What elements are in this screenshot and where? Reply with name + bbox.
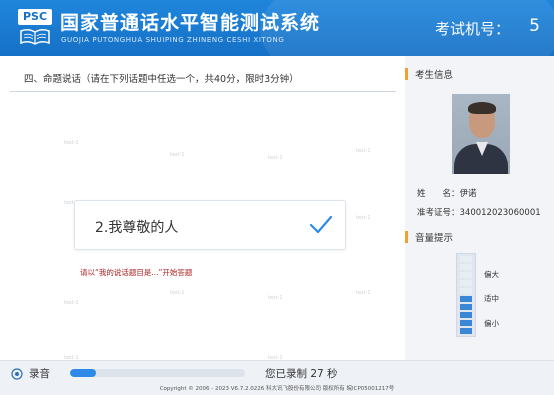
answer-hint: 请以“我的说话题目是...”开始答题 [80,268,193,277]
volume-label-high: 偏大 [484,270,499,279]
volume-heading-label: 音量提示 [415,233,454,244]
volume-meter [456,253,476,337]
system-pinyin: GUOJIA PUTONGHUA SHUIPING ZHINENG CESHI … [61,36,285,44]
logo-text: PSC [18,9,52,25]
ticket-label: 准考证号： [417,208,460,218]
book-icon [20,28,50,45]
app-header: PSC 国家普通话水平智能测试系统 GUOJIA PUTONGHUA SHUIP… [0,0,554,56]
candidate-photo [452,94,510,174]
watermark: test-1 [268,155,283,161]
volume-segment [460,288,472,294]
volume-label-mid: 适中 [484,294,499,303]
name-label: 姓 名： [417,189,460,199]
watermark: test-1 [356,148,371,154]
volume-segment [460,312,472,318]
topic-label: 2.我尊敬的人 [95,220,179,236]
volume-segment [460,320,472,326]
watermark: test-1 [64,140,79,146]
watermark: test-1 [356,215,371,221]
question-title: 四、命题说话（请在下列话题中任选一个，共40分，限时3分钟） [24,74,299,85]
record-label: 录音 [29,368,50,380]
heading-accent [405,231,408,243]
system-title: 国家普通话水平智能测试系统 [60,12,321,34]
heading-accent [405,68,408,80]
volume-label-low: 偏小 [484,319,499,328]
candidate-name: 姓 名：伊诺 [417,187,477,199]
volume-segment [460,304,472,310]
psc-logo: PSC [18,9,52,47]
record-status: 您已录制 27 秒 [265,368,338,380]
copyright: Copyright © 2006 - 2023 V6.7.2.0226 科大讯飞… [159,386,395,392]
candidate-info-heading: 考生信息 [405,65,554,83]
machine-label: 考试机号： [434,20,510,38]
question-divider [10,91,396,92]
volume-segment [460,272,472,278]
volume-heading: 音量提示 [405,228,554,246]
selected-topic-card[interactable]: 2.我尊敬的人 [74,200,346,250]
volume-segment [460,296,472,302]
record-icon [11,368,23,380]
watermark: test-1 [64,300,79,306]
ticket-value: 340012023060001 [459,208,541,218]
record-progress-fill [70,369,97,377]
volume-segment [460,256,472,262]
volume-segment [460,280,472,286]
record-progress [70,369,245,377]
name-value: 伊诺 [459,189,477,199]
candidate-heading-label: 考生信息 [415,70,454,81]
machine-number: 5 [529,16,540,36]
candidate-ticket: 准考证号：340012023060001 [417,206,541,218]
volume-segment [460,264,472,270]
watermark: test-1 [170,290,185,296]
checkmark-icon [309,215,333,234]
volume-segment [460,328,472,334]
watermark: test-1 [356,290,371,296]
watermark: test-1 [268,295,283,301]
watermark: test-1 [170,152,185,158]
